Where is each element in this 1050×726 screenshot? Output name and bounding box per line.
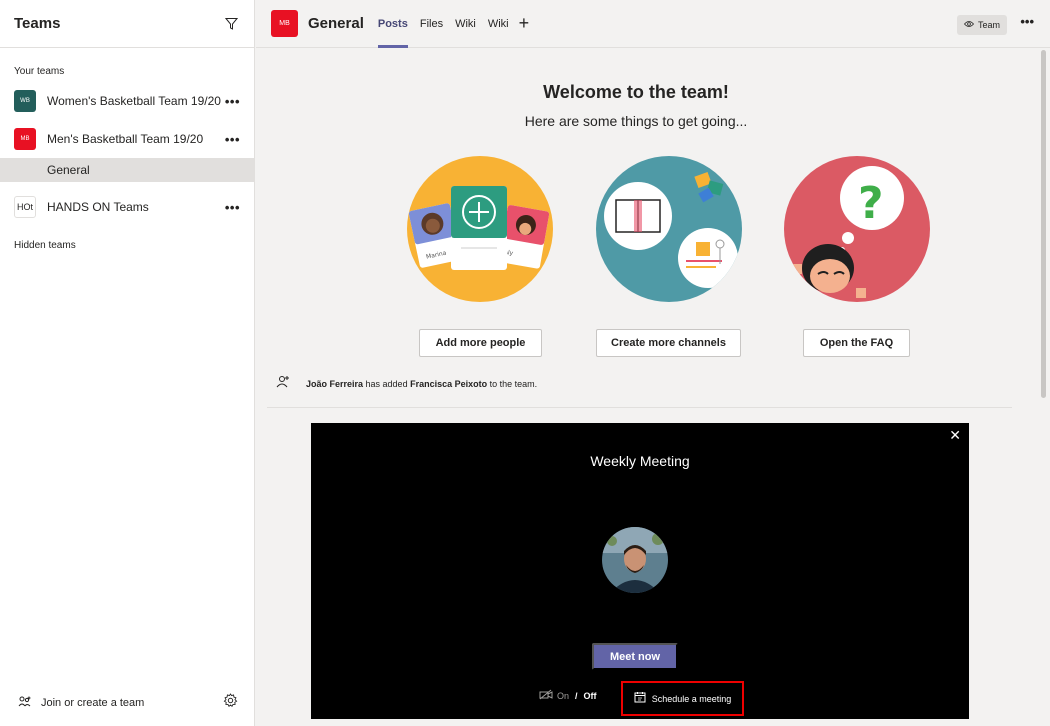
open-faq-button[interactable]: Open the FAQ (803, 329, 910, 357)
team-info-button[interactable]: Team (956, 15, 1007, 35)
tab-wiki-2[interactable]: Wiki (488, 0, 509, 48)
sidebar-channel-general[interactable]: General (0, 158, 254, 182)
sidebar-item-womens-basketball[interactable]: WB Women's Basketball Team 19/20 ••• (0, 82, 254, 120)
settings-gear-icon[interactable] (223, 693, 238, 713)
divider (267, 407, 1012, 408)
teams-sidebar: Teams Your teams WB Women's Basketball T… (0, 0, 255, 726)
activity-action: has added (363, 378, 411, 389)
sidebar-footer: Join or create a team (0, 680, 254, 726)
tab-posts[interactable]: Posts (377, 0, 408, 48)
calendar-icon (634, 691, 646, 706)
tab-wiki[interactable]: Wiki (455, 0, 476, 48)
channel-name: General (47, 163, 90, 177)
your-teams-label: Your teams (14, 66, 65, 77)
user-avatar (602, 527, 668, 593)
more-options-icon[interactable]: ••• (1020, 14, 1034, 29)
team-avatar: MB (14, 128, 36, 150)
team-button-label: Team (977, 20, 1000, 30)
create-channels-illustration (596, 156, 742, 302)
team-avatar: HOt (14, 196, 36, 218)
add-tab-icon[interactable]: + (519, 13, 530, 34)
more-options-icon[interactable]: ••• (225, 200, 240, 215)
add-more-people-button[interactable]: Add more people (419, 329, 542, 357)
hidden-teams-label[interactable]: Hidden teams (0, 240, 76, 251)
member-added-icon (276, 375, 290, 392)
activity-actor[interactable]: João Ferreira (306, 379, 363, 389)
sidebar-item-hands-on[interactable]: HOt HANDS ON Teams ••• (0, 188, 254, 226)
team-name: HANDS ON Teams (47, 200, 149, 214)
team-avatar: WB (14, 90, 36, 112)
schedule-label: Schedule a meeting (651, 693, 732, 704)
separator: / (575, 691, 578, 701)
create-more-channels-button[interactable]: Create more channels (596, 329, 741, 357)
join-label: Join or create a team (41, 697, 145, 709)
team-name: Men's Basketball Team 19/20 (47, 132, 204, 146)
add-people-illustration: Marina Aly (407, 156, 553, 302)
activity-suffix: to the team. (487, 378, 538, 389)
filter-icon[interactable] (222, 15, 240, 33)
activity-target[interactable]: Francisca Peixoto (410, 379, 487, 389)
meet-now-button[interactable]: Meet now (592, 643, 678, 670)
channel-team-avatar: MB (271, 10, 298, 37)
welcome-subtitle: Here are some things to get going... (524, 113, 748, 129)
welcome-title: Welcome to the team! (543, 82, 729, 102)
sidebar-title: Teams (14, 15, 61, 32)
team-name: Women's Basketball Team 19/20 (47, 94, 221, 108)
channel-title: General (308, 15, 364, 32)
sidebar-item-mens-basketball[interactable]: MB Men's Basketball Team 19/20 ••• (0, 120, 254, 158)
camera-on-label[interactable]: On (557, 691, 569, 701)
camera-toggle[interactable]: On / Off (539, 685, 597, 707)
eye-icon (963, 20, 975, 30)
activity-message: João Ferreira has added Francisca Peixot… (276, 375, 537, 392)
tab-files[interactable]: Files (420, 0, 443, 48)
close-icon[interactable]: ✕ (949, 427, 961, 444)
channel-header: MB General Posts Files Wiki Wiki + Team … (256, 0, 1050, 48)
more-options-icon[interactable]: ••• (225, 94, 240, 109)
scrollbar[interactable] (1041, 50, 1046, 398)
join-create-team-button[interactable]: Join or create a team (18, 696, 144, 711)
camera-off-icon (539, 689, 553, 703)
meeting-title: Weekly Meeting (590, 453, 690, 469)
meeting-card: ✕ Weekly Meeting Meet now On / Off Sched… (311, 423, 969, 719)
schedule-meeting-button[interactable]: Schedule a meeting (621, 681, 744, 716)
people-add-icon (18, 696, 32, 711)
sidebar-header: Teams (0, 0, 254, 48)
svg-text:?: ? (858, 178, 884, 229)
more-options-icon[interactable]: ••• (225, 132, 240, 147)
faq-illustration: ? (784, 156, 930, 302)
camera-off-label[interactable]: Off (584, 691, 597, 701)
